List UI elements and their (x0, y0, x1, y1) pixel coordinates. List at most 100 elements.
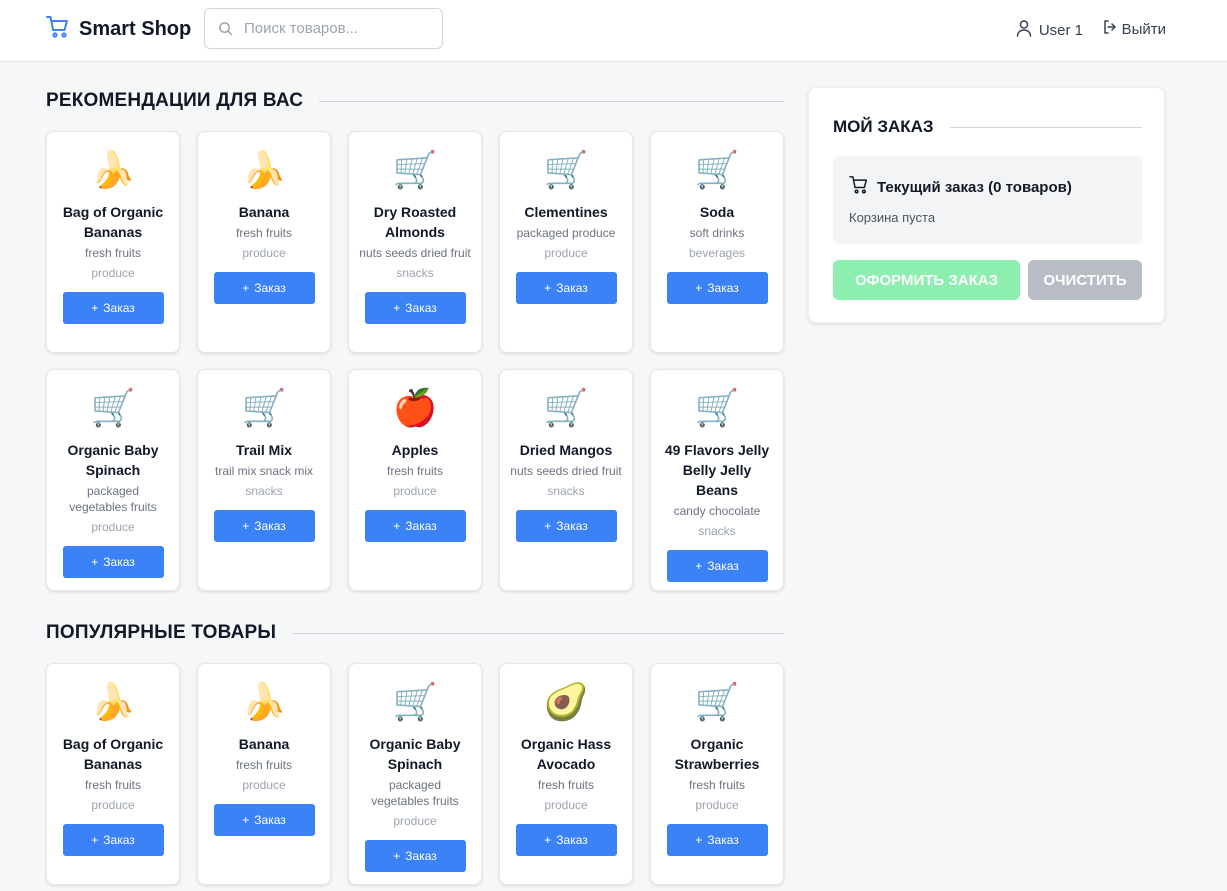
product-category: fresh fruits (84, 778, 141, 792)
product-category: fresh fruits (688, 778, 745, 792)
product-card: 🍌 Banana fresh fruits produce + Заказ (197, 663, 331, 885)
order-panel: МОЙ ЗАКАЗ Текущий заказ (0 товаров) Корз… (808, 87, 1165, 323)
product-name: Apples (391, 442, 439, 458)
divider (319, 100, 784, 102)
product-card: 🛒 Dried Mangos nuts seeds dried fruit snack… (499, 369, 633, 591)
add-to-order-button[interactable]: + Заказ (666, 550, 768, 582)
product-card: 🛒 Organic Baby Spinach packaged vegetables… (46, 369, 180, 591)
product-category: packaged vegetables fruits (69, 484, 157, 514)
add-to-order-label: Заказ (405, 519, 437, 533)
add-to-order-label: Заказ (556, 281, 588, 295)
current-order-title: Текущий заказ (0 товаров) (849, 176, 1072, 198)
add-to-order-button[interactable]: + Заказ (213, 804, 315, 836)
product-name: Bag of Organic Bananas (62, 204, 164, 240)
product-image-icon: 🛒 (241, 388, 287, 429)
add-to-order-label: Заказ (254, 519, 286, 533)
add-to-order-label: Заказ (254, 813, 286, 827)
plus-icon: + (695, 833, 703, 847)
product-card: 🛒 Clementines packaged produce produce + Зака… (499, 131, 633, 353)
plus-icon: + (91, 555, 99, 569)
product-department: produce (91, 798, 135, 812)
plus-icon: + (695, 559, 703, 573)
product-image-icon: 🍌 (241, 150, 287, 191)
product-card: 🍌 Banana fresh fruits produce + Заказ (197, 131, 331, 353)
product-card: 🛒 49 Flavors Jelly Belly Jelly Beans candy… (650, 369, 784, 591)
product-department: snacks (547, 484, 585, 498)
product-image-icon: 🛒 (543, 388, 589, 429)
product-image-icon: 🍎 (392, 388, 438, 429)
plus-icon: + (91, 301, 99, 315)
product-image-icon: 🛒 (694, 682, 740, 723)
product-category: packaged produce (516, 226, 616, 240)
clear-button[interactable]: ОЧИСТИТЬ (1028, 260, 1142, 300)
product-card: 🍌 Bag of Organic Bananas fresh fruits produ… (46, 663, 180, 885)
checkout-button[interactable]: ОФОРМИТЬ ЗАКАЗ (833, 260, 1020, 300)
plus-icon: + (91, 833, 99, 847)
product-name: Organic Hass Avocado (520, 736, 612, 772)
product-department: produce (242, 246, 286, 260)
add-to-order-button[interactable]: + Заказ (364, 292, 466, 324)
product-image-icon: 🍌 (90, 150, 136, 191)
add-to-order-button[interactable]: + Заказ (364, 510, 466, 542)
add-to-order-label: Заказ (707, 833, 739, 847)
search-box[interactable] (204, 8, 443, 49)
product-card: 🥑 Organic Hass Avocado fresh fruits produce… (499, 663, 633, 885)
logout-button[interactable]: Выйти (1102, 19, 1166, 39)
brand[interactable]: Smart Shop (46, 16, 191, 43)
product-department: snacks (698, 524, 736, 538)
product-name: Bag of Organic Bananas (62, 736, 164, 772)
product-name: Dried Mangos (519, 442, 613, 458)
product-category: nuts seeds dried fruit (359, 246, 471, 260)
product-department: produce (91, 520, 135, 534)
plus-icon: + (242, 813, 250, 827)
product-image-icon: 🛒 (694, 388, 740, 429)
product-category: fresh fruits (84, 246, 141, 260)
popular-header: ПОПУЛЯРНЫЕ ТОВАРЫ (46, 622, 784, 644)
recommendations-grid: 🍌 Bag of Organic Bananas fresh fruits produ… (46, 131, 784, 353)
plus-icon: + (242, 519, 250, 533)
add-to-order-button[interactable]: + Заказ (515, 272, 617, 304)
add-to-order-button[interactable]: + Заказ (666, 272, 768, 304)
product-name: Clementines (524, 204, 608, 220)
product-category: soft drinks (689, 226, 745, 240)
add-to-order-label: Заказ (103, 833, 135, 847)
add-to-order-label: Заказ (556, 519, 588, 533)
product-name: Organic Baby Spinach (369, 736, 461, 772)
divider (949, 126, 1142, 128)
add-to-order-button[interactable]: + Заказ (62, 824, 164, 856)
product-department: produce (393, 484, 437, 498)
product-department: produce (695, 798, 739, 812)
product-department: produce (544, 798, 588, 812)
product-image-icon: 🛒 (90, 388, 136, 429)
product-image-icon: 🛒 (392, 150, 438, 191)
product-name: Dry Roasted Almonds (373, 204, 457, 240)
add-to-order-button[interactable]: + Заказ (213, 510, 315, 542)
add-to-order-button[interactable]: + Заказ (62, 292, 164, 324)
add-to-order-button[interactable]: + Заказ (515, 824, 617, 856)
product-image-icon: 🍌 (90, 682, 136, 723)
popular-grid: 🍌 Bag of Organic Bananas fresh fruits produ… (46, 663, 784, 885)
add-to-order-button[interactable]: + Заказ (213, 272, 315, 304)
plus-icon: + (695, 281, 703, 295)
add-to-order-button[interactable]: + Заказ (515, 510, 617, 542)
add-to-order-button[interactable]: + Заказ (666, 824, 768, 856)
user-menu[interactable]: User 1 (1015, 19, 1083, 41)
search-input[interactable] (244, 20, 424, 37)
product-card: 🍎 Apples fresh fruits produce + Заказ (348, 369, 482, 591)
plus-icon: + (544, 519, 552, 533)
add-to-order-button[interactable]: + Заказ (364, 840, 466, 872)
cart-empty-text: Корзина пуста (849, 210, 936, 225)
product-department: produce (91, 266, 135, 280)
product-category: fresh fruits (386, 464, 443, 478)
plus-icon: + (544, 281, 552, 295)
product-card: 🛒 Dry Roasted Almonds nuts seeds dried fru… (348, 131, 482, 353)
plus-icon: + (242, 281, 250, 295)
order-header: МОЙ ЗАКАЗ (833, 117, 1142, 137)
popular-title: ПОПУЛЯРНЫЕ ТОВАРЫ (46, 622, 277, 643)
product-image-icon: 🥑 (543, 682, 589, 723)
product-category: nuts seeds dried fruit (510, 464, 622, 478)
product-name: Soda (699, 204, 735, 220)
add-to-order-button[interactable]: + Заказ (62, 546, 164, 578)
product-name: Banana (238, 204, 290, 220)
product-department: produce (393, 814, 437, 828)
